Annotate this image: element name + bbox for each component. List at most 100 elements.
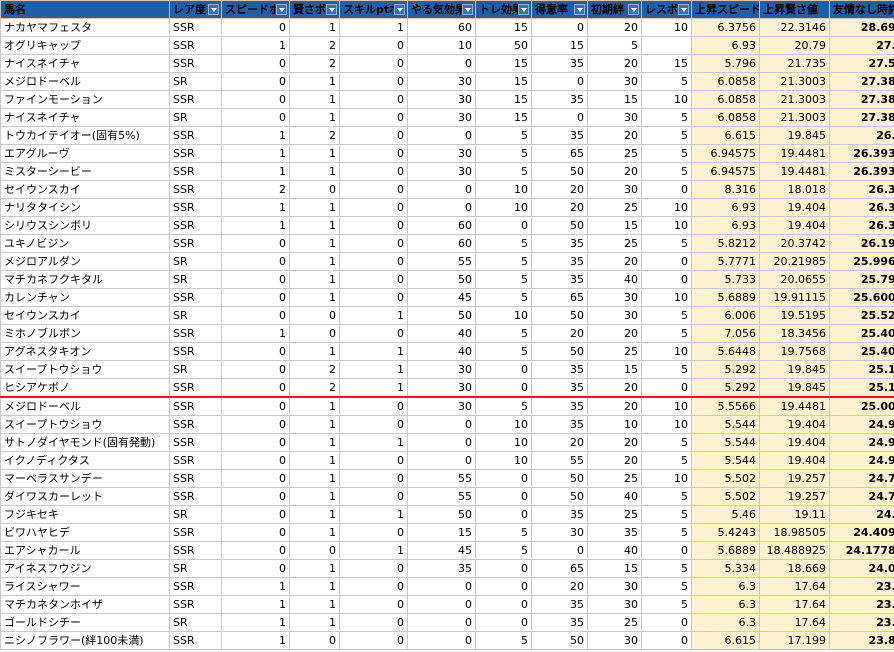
stat-cell[interactable]: 0: [407, 631, 476, 650]
stat-cell[interactable]: 5: [641, 126, 692, 145]
stat-cell[interactable]: 35: [531, 234, 588, 253]
stat-cell[interactable]: 20: [587, 451, 642, 470]
stat-cell[interactable]: 1: [289, 523, 340, 542]
stat-cell[interactable]: 25: [587, 613, 642, 632]
stat-cell[interactable]: 1: [289, 469, 340, 488]
stat-cell[interactable]: 0: [339, 144, 408, 163]
stat-cell[interactable]: 25: [587, 469, 642, 488]
score-cell[interactable]: 25.0047: [829, 396, 894, 416]
stat-cell[interactable]: 15: [531, 36, 588, 55]
stat-cell[interactable]: 25: [587, 144, 642, 163]
stat-cell[interactable]: 2: [289, 360, 340, 379]
stat-cell[interactable]: 20: [587, 18, 642, 37]
stat-cell[interactable]: 60: [407, 234, 476, 253]
stat-cell[interactable]: 0: [221, 433, 290, 452]
wisdom-gain-cell[interactable]: 19.404: [759, 415, 830, 434]
card-name-cell[interactable]: メジロドーベル: [0, 396, 170, 416]
stat-cell[interactable]: 1: [289, 72, 340, 91]
stat-cell[interactable]: 30: [587, 595, 642, 614]
table-row[interactable]: ナイスネイチャSSR0200153520155.79621.73527.531: [0, 54, 894, 73]
score-cell[interactable]: 24.759: [829, 487, 894, 506]
card-name-cell[interactable]: スイープトウショウ: [0, 360, 170, 379]
wisdom-gain-cell[interactable]: 19.7568: [759, 342, 830, 361]
stat-cell[interactable]: 0: [221, 360, 290, 379]
stat-cell[interactable]: 30: [587, 577, 642, 596]
wisdom-gain-cell[interactable]: 19.5195: [759, 306, 830, 325]
speed-gain-cell[interactable]: 8.316: [691, 180, 760, 199]
stat-cell[interactable]: 0: [641, 252, 692, 271]
wisdom-gain-cell[interactable]: 19.4481: [759, 162, 830, 181]
table-row[interactable]: ダイワスカーレットSSR010550504055.50219.25724.759: [0, 487, 894, 506]
stat-cell[interactable]: 20: [587, 378, 642, 398]
speed-gain-cell[interactable]: 5.502: [691, 487, 760, 506]
stat-cell[interactable]: 10: [641, 90, 692, 109]
stat-cell[interactable]: 35: [531, 90, 588, 109]
score-cell[interactable]: 25.4016: [829, 324, 894, 343]
speed-gain-cell[interactable]: 5.544: [691, 415, 760, 434]
card-name-cell[interactable]: サトノダイヤモンド(固有発動): [0, 433, 170, 452]
stat-cell[interactable]: 0: [475, 487, 532, 506]
stat-cell[interactable]: 0: [407, 198, 476, 217]
card-name-cell[interactable]: ビワハヤヒデ: [0, 523, 170, 542]
stat-cell[interactable]: 30: [587, 631, 642, 650]
speed-gain-cell[interactable]: 5.6889: [691, 541, 760, 560]
stat-cell[interactable]: 1: [221, 631, 290, 650]
stat-cell[interactable]: 35: [531, 54, 588, 73]
stat-cell[interactable]: 50: [407, 306, 476, 325]
stat-cell[interactable]: 5: [475, 144, 532, 163]
filter-dropdown-icon[interactable]: [678, 4, 689, 15]
rarity-cell[interactable]: SSR: [169, 396, 222, 416]
stat-cell[interactable]: 1: [221, 613, 290, 632]
stat-cell[interactable]: 0: [339, 108, 408, 127]
wisdom-gain-cell[interactable]: 20.21985: [759, 252, 830, 271]
stat-cell[interactable]: 0: [221, 270, 290, 289]
speed-gain-cell[interactable]: 6.615: [691, 631, 760, 650]
score-cell[interactable]: 26.334: [829, 216, 894, 235]
stat-cell[interactable]: 5: [475, 324, 532, 343]
speed-gain-cell[interactable]: 5.796: [691, 54, 760, 73]
stat-cell[interactable]: 5: [475, 288, 532, 307]
table-row[interactable]: スイープトウショウSSR0100103510105.54419.40424.94…: [0, 415, 894, 434]
card-name-cell[interactable]: メジロドーベル: [0, 72, 170, 91]
rarity-cell[interactable]: SSR: [169, 216, 222, 235]
score-cell[interactable]: 24.948: [829, 415, 894, 434]
speed-gain-cell[interactable]: 5.544: [691, 433, 760, 452]
rarity-cell[interactable]: SSR: [169, 433, 222, 452]
stat-cell[interactable]: 0: [475, 613, 532, 632]
table-row[interactable]: メジロアルダンSR010555352005.777120.2198525.996…: [0, 252, 894, 271]
stat-cell[interactable]: 0: [339, 595, 408, 614]
stat-cell[interactable]: 20: [531, 180, 588, 199]
stat-cell[interactable]: 0: [339, 487, 408, 506]
table-row[interactable]: エアグルーヴSSR110305652556.9457519.448126.393…: [0, 144, 894, 163]
stat-cell[interactable]: 0: [339, 162, 408, 181]
stat-cell[interactable]: 35: [531, 270, 588, 289]
stat-cell[interactable]: 0: [339, 288, 408, 307]
stat-cell[interactable]: 60: [407, 216, 476, 235]
stat-cell[interactable]: 25: [587, 342, 642, 361]
stat-cell[interactable]: 0: [339, 631, 408, 650]
stat-cell[interactable]: 10: [641, 288, 692, 307]
stat-cell[interactable]: 5: [587, 36, 642, 55]
stat-cell[interactable]: 0: [339, 198, 408, 217]
stat-cell[interactable]: 1: [221, 126, 290, 145]
stat-cell[interactable]: 5: [641, 433, 692, 452]
card-name-cell[interactable]: マチカネフクキタル: [0, 270, 170, 289]
stat-cell[interactable]: 5: [475, 523, 532, 542]
stat-cell[interactable]: 0: [475, 595, 532, 614]
stat-cell[interactable]: 25: [587, 198, 642, 217]
stat-cell[interactable]: 0: [641, 270, 692, 289]
stat-cell[interactable]: 35: [531, 252, 588, 271]
stat-cell[interactable]: 0: [339, 559, 408, 578]
stat-cell[interactable]: 0: [339, 54, 408, 73]
stat-cell[interactable]: 20: [587, 252, 642, 271]
stat-cell[interactable]: 40: [587, 541, 642, 560]
rarity-cell[interactable]: SR: [169, 270, 222, 289]
col-wisdom-bonus-header[interactable]: 賢さボ: [289, 0, 340, 19]
stat-cell[interactable]: 10: [641, 342, 692, 361]
wisdom-gain-cell[interactable]: 19.257: [759, 469, 830, 488]
stat-cell[interactable]: 10: [641, 18, 692, 37]
table-row[interactable]: ミホノブルボンSSR100405202057.05618.345625.4016: [0, 324, 894, 343]
table-row[interactable]: トウカイテイオー(固有5%) SSR 1 2 0 0 5 35 20 5 6.615 19.845 26…: [0, 126, 894, 145]
stat-cell[interactable]: 0: [221, 541, 290, 560]
card-name-cell[interactable]: ファインモーション: [0, 90, 170, 109]
